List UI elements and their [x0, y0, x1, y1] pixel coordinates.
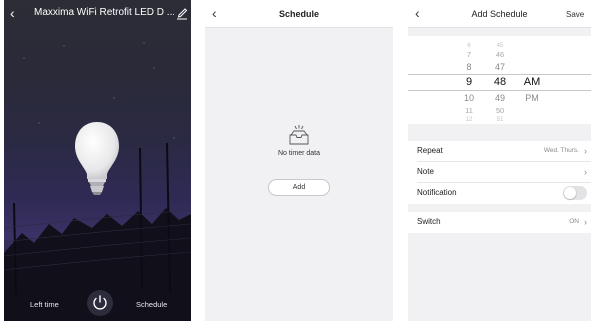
notification-row: Notification — [408, 183, 591, 204]
notification-toggle[interactable] — [563, 186, 587, 200]
device-screen: ‹ Maxxima WiFi Retrofit LED D ... Left t… — [4, 0, 191, 321]
power-icon — [93, 295, 107, 310]
header: ‹ Schedule — [205, 0, 393, 28]
hour-option: 8 — [466, 62, 472, 72]
switch-value: ON — [569, 218, 579, 225]
chevron-right-icon: › — [584, 217, 587, 227]
save-button[interactable]: Save — [566, 9, 584, 20]
period-option: PM — [525, 93, 539, 103]
minute-option: 46 — [495, 50, 505, 59]
minute-option: 49 — [494, 93, 505, 103]
period-selected: AM — [523, 76, 541, 88]
hour-option: 10 — [463, 93, 474, 103]
top-bar: ‹ Maxxima WiFi Retrofit LED D ... — [4, 0, 191, 28]
add-schedule-button[interactable]: Add — [268, 179, 330, 196]
add-schedule-screen: ‹ Add Schedule Save 6 7 8 9 10 11 12 45 … — [408, 0, 591, 321]
page-title: Add Schedule — [471, 9, 528, 19]
repeat-label: Repeat — [417, 146, 443, 155]
pencil-icon[interactable] — [176, 6, 188, 20]
schedule-screen: ‹ Schedule No timer data Add — [205, 0, 393, 321]
picker-selection-bottom-line — [408, 90, 591, 91]
empty-tray-icon — [289, 125, 309, 145]
picker-selection-top-line — [408, 74, 591, 75]
chevron-right-icon: › — [584, 167, 587, 177]
hour-option: 12 — [465, 117, 473, 123]
night-scene-background — [4, 42, 191, 321]
repeat-value: Wed. Thurs. — [543, 147, 579, 154]
minute-option: 47 — [494, 62, 505, 72]
chevron-right-icon: › — [584, 146, 587, 156]
hour-option: 7 — [466, 50, 472, 59]
header: ‹ Add Schedule Save — [408, 0, 591, 28]
left-time-button[interactable]: Left time — [30, 300, 59, 310]
empty-state-text: No timer data — [277, 150, 321, 157]
power-button[interactable] — [87, 290, 113, 316]
switch-row[interactable]: Switch ON › — [408, 212, 591, 233]
schedule-button[interactable]: Schedule — [136, 300, 167, 310]
page-title: Schedule — [278, 9, 319, 19]
minute-selected: 48 — [493, 76, 507, 88]
repeat-row[interactable]: Repeat Wed. Thurs. › — [408, 141, 591, 162]
notification-label: Notification — [417, 188, 457, 197]
switch-label: Switch — [417, 217, 441, 226]
light-bulb-icon — [75, 122, 119, 195]
note-label: Note — [417, 167, 434, 176]
time-picker[interactable]: 6 7 8 9 10 11 12 45 46 47 48 49 50 51 AM — [408, 36, 591, 124]
minute-option: 51 — [496, 117, 504, 123]
note-row[interactable]: Note › — [408, 162, 591, 183]
screens: ‹ Maxxima WiFi Retrofit LED D ... Left t… — [0, 0, 591, 321]
hour-selected: 9 — [465, 76, 473, 88]
toggle-knob — [564, 187, 576, 199]
device-title: Maxxima WiFi Retrofit LED D ... — [34, 7, 174, 18]
back-icon[interactable]: ‹ — [10, 5, 15, 21]
